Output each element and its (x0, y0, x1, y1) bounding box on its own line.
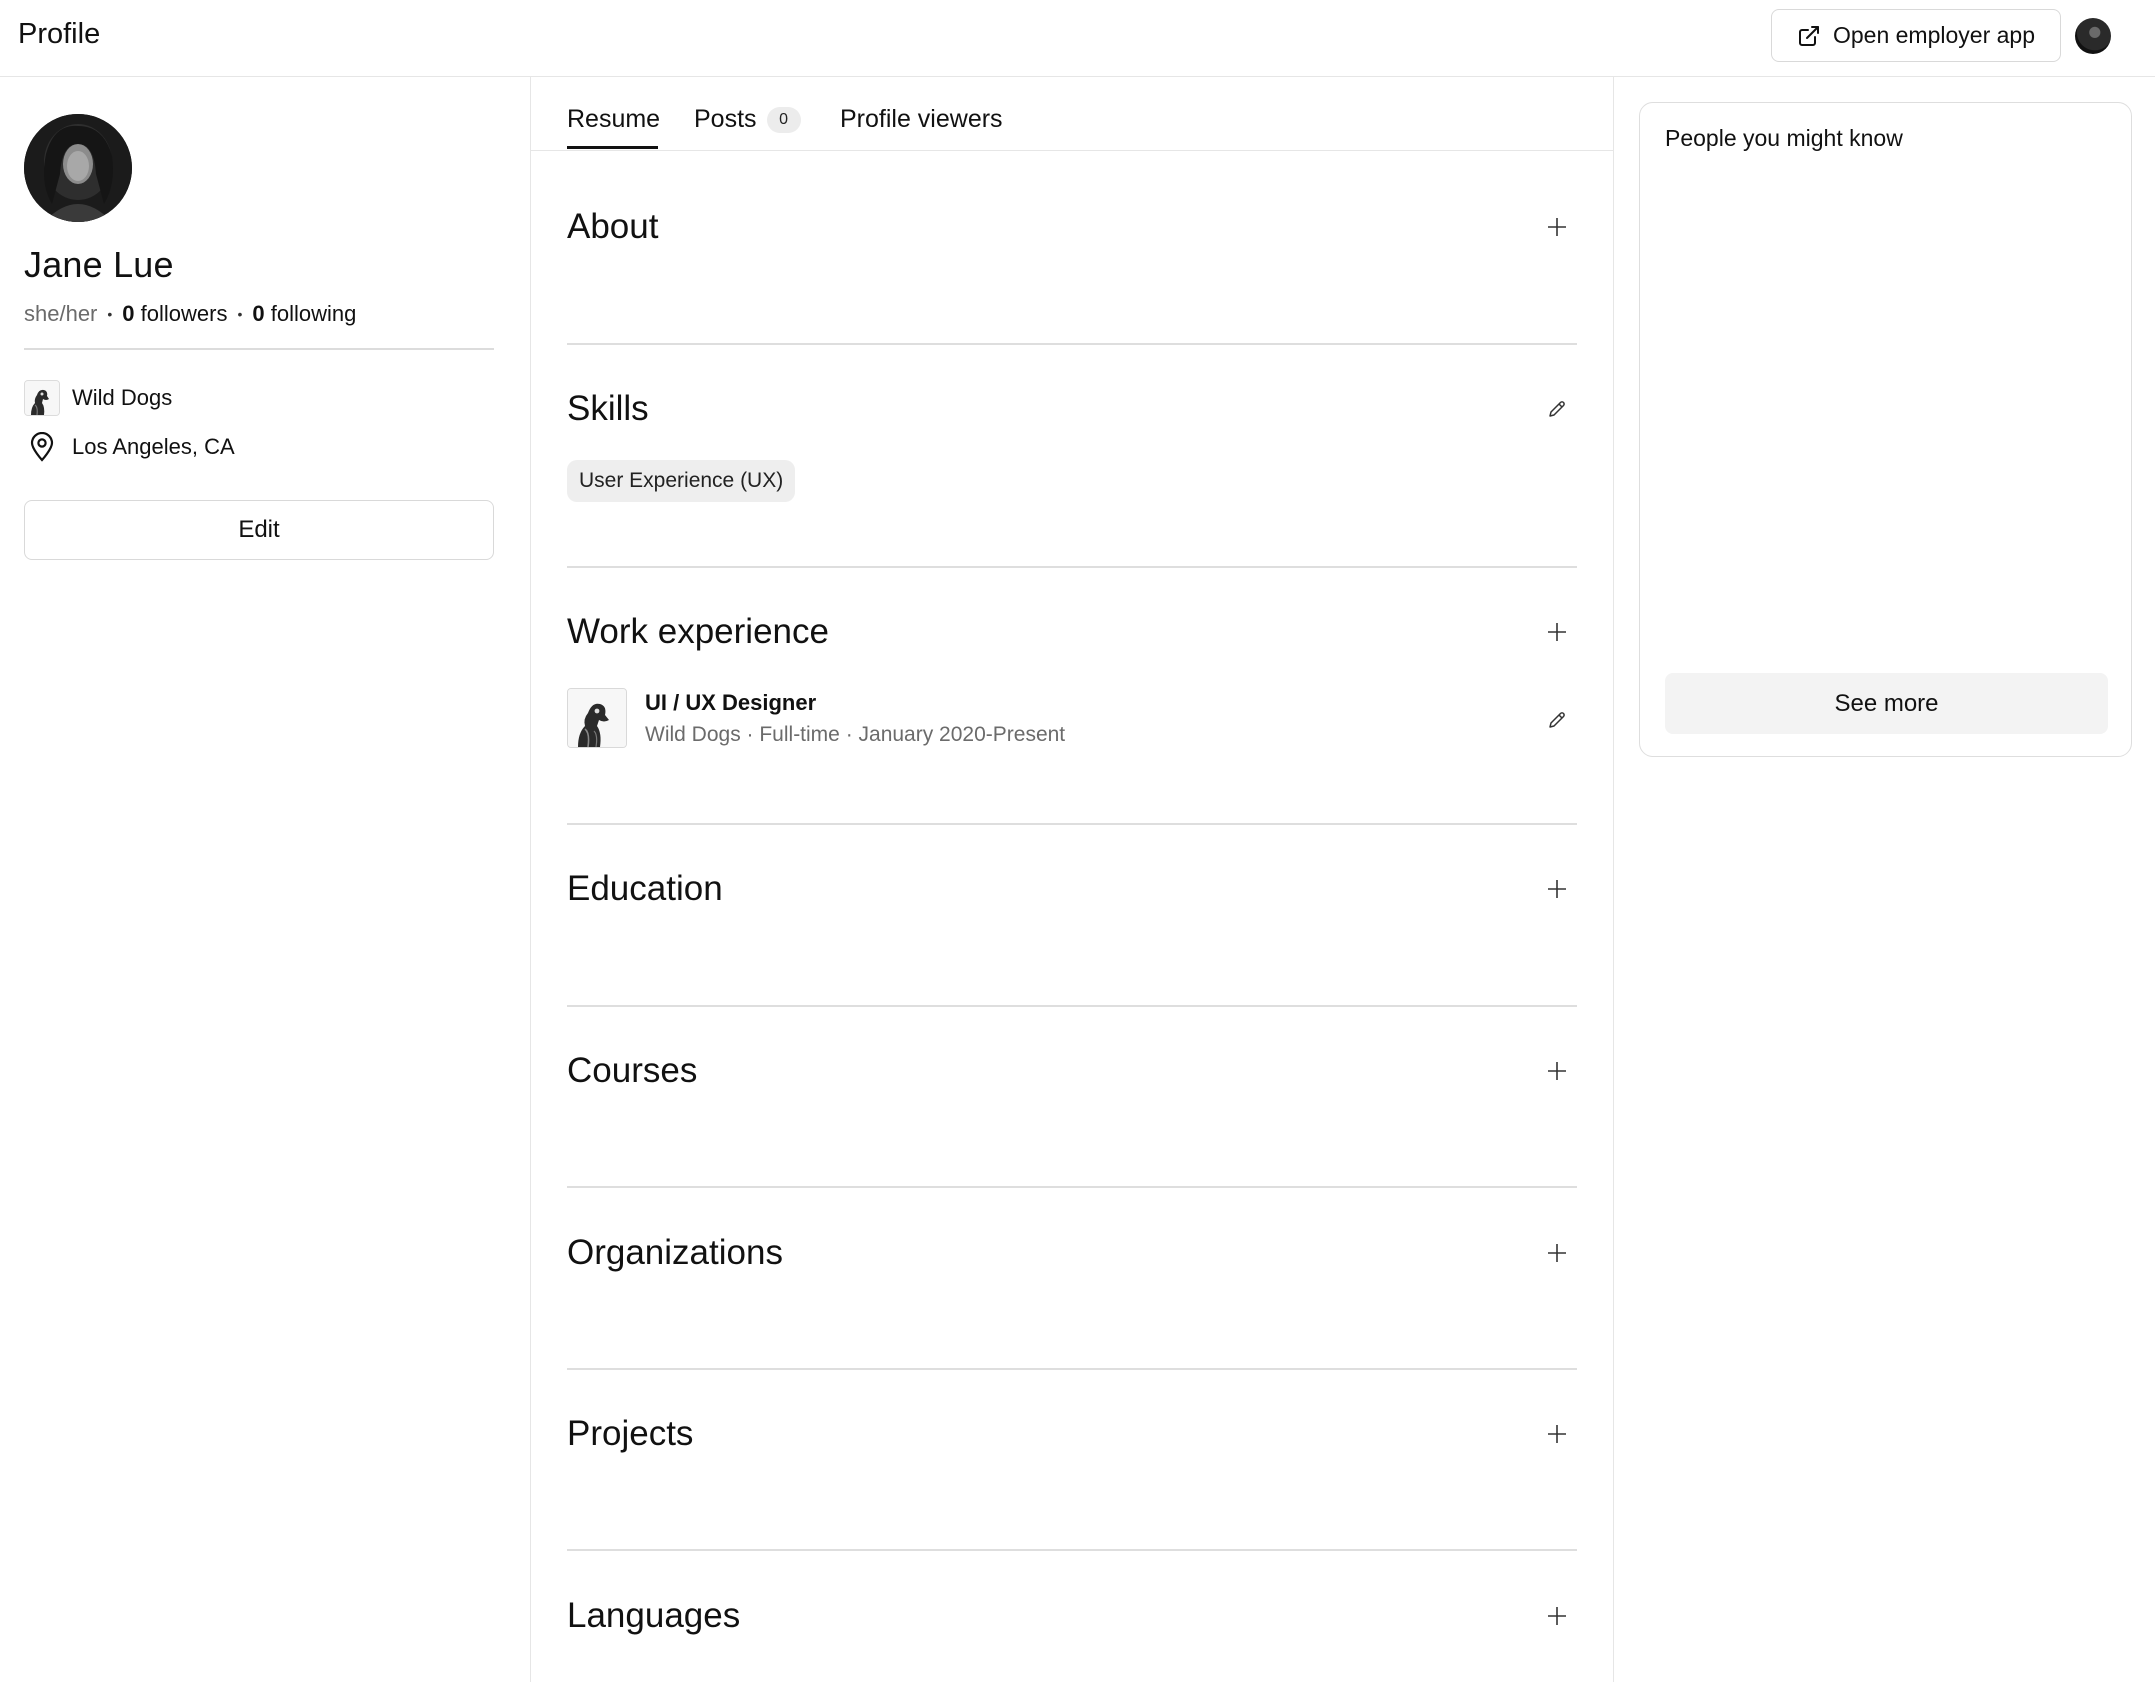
plus-icon (1548, 1244, 1566, 1262)
section-divider (567, 823, 1577, 825)
section-divider (567, 1186, 1577, 1188)
page-title: Profile (18, 18, 101, 50)
add-about-button[interactable] (1541, 211, 1573, 243)
column-divider-right (1613, 77, 1614, 1682)
section-divider (567, 343, 1577, 345)
work-subtitle: Wild Dogs · Full-time · January 2020-Pre… (645, 723, 1066, 746)
tab-profile-viewers-label: Profile viewers (840, 105, 1003, 133)
edit-profile-button[interactable]: Edit (24, 500, 494, 560)
organizations-title: Organizations (567, 1233, 783, 1272)
people-you-might-know-card: People you might know See more (1639, 102, 2132, 757)
section-divider (567, 1368, 1577, 1370)
dog-logo-icon (568, 689, 626, 747)
profile-meta: she/her • 0 followers • 0 following (24, 301, 356, 327)
section-divider (567, 566, 1577, 568)
work-company-logo (567, 688, 627, 748)
add-courses-button[interactable] (1541, 1055, 1573, 1087)
tab-posts[interactable]: Posts 0 (694, 105, 801, 134)
plus-icon (1548, 1062, 1566, 1080)
plus-icon (1548, 1425, 1566, 1443)
plus-icon (1548, 1607, 1566, 1625)
tab-resume[interactable]: Resume (567, 105, 660, 134)
tab-resume-label: Resume (567, 105, 661, 133)
add-organizations-button[interactable] (1541, 1237, 1573, 1269)
separator-dot: • (237, 306, 243, 322)
plus-icon (1548, 218, 1566, 236)
sidebar-divider (24, 348, 494, 350)
open-employer-app-label: Open employer app (1832, 22, 2035, 48)
column-divider-left (530, 77, 531, 1682)
education-title: Education (567, 869, 723, 908)
open-employer-app-button[interactable]: Open employer app (1771, 9, 2061, 62)
plus-icon (1548, 623, 1566, 641)
add-languages-button[interactable] (1541, 1600, 1573, 1632)
courses-title: Courses (567, 1051, 698, 1090)
about-title: About (567, 207, 659, 246)
top-header: Profile Open employer app (0, 0, 2155, 77)
following-label: following (270, 301, 357, 326)
work-title: UI / UX Designer (645, 690, 817, 715)
following-count: 0 (252, 301, 265, 326)
pencil-icon (1549, 401, 1565, 417)
skills-title: Skills (567, 389, 649, 428)
section-divider (567, 1549, 1577, 1551)
location-text: Los Angeles, CA (72, 434, 235, 459)
pronouns: she/her (24, 301, 98, 326)
work-experience-title: Work experience (567, 612, 829, 651)
tab-posts-label: Posts (694, 105, 757, 133)
edit-work-item-button[interactable] (1541, 704, 1573, 736)
followers-link[interactable]: 0 followers (122, 301, 227, 327)
company-logo (24, 380, 60, 416)
projects-title: Projects (567, 1414, 694, 1453)
add-work-experience-button[interactable] (1541, 616, 1573, 648)
company-row[interactable]: Wild Dogs (24, 380, 172, 416)
add-education-button[interactable] (1541, 873, 1573, 905)
external-link-icon (1798, 25, 1819, 46)
profile-photo (24, 114, 132, 222)
see-more-button[interactable]: See more (1665, 673, 2108, 734)
edit-skills-button[interactable] (1541, 393, 1573, 425)
user-avatar[interactable] (2075, 18, 2111, 54)
tab-profile-viewers[interactable]: Profile viewers (840, 105, 1003, 134)
followers-count: 0 (122, 301, 135, 326)
add-projects-button[interactable] (1541, 1418, 1573, 1450)
posts-count-badge: 0 (766, 106, 801, 133)
profile-avatar[interactable] (24, 114, 132, 222)
profile-name: Jane Lue (24, 244, 174, 285)
languages-title: Languages (567, 1596, 741, 1635)
pencil-icon (1549, 712, 1565, 728)
location-pin-icon (24, 429, 60, 465)
followers-label: followers (140, 301, 228, 326)
dog-logo-icon (25, 381, 59, 415)
active-tab-indicator (567, 146, 658, 149)
company-name: Wild Dogs (72, 385, 173, 410)
separator-dot: • (107, 306, 113, 322)
location-row: Los Angeles, CA (24, 429, 235, 465)
work-experience-item: UI / UX Designer Wild Dogs · Full-time ·… (567, 688, 1577, 752)
people-you-might-know-title: People you might know (1665, 125, 1903, 151)
skill-chip[interactable]: User Experience (UX) (567, 460, 796, 502)
section-divider (567, 1005, 1577, 1007)
plus-icon (1548, 880, 1566, 898)
profile-tabs: Resume Posts 0 Profile viewers (531, 77, 1613, 151)
following-link[interactable]: 0 following (252, 301, 356, 327)
